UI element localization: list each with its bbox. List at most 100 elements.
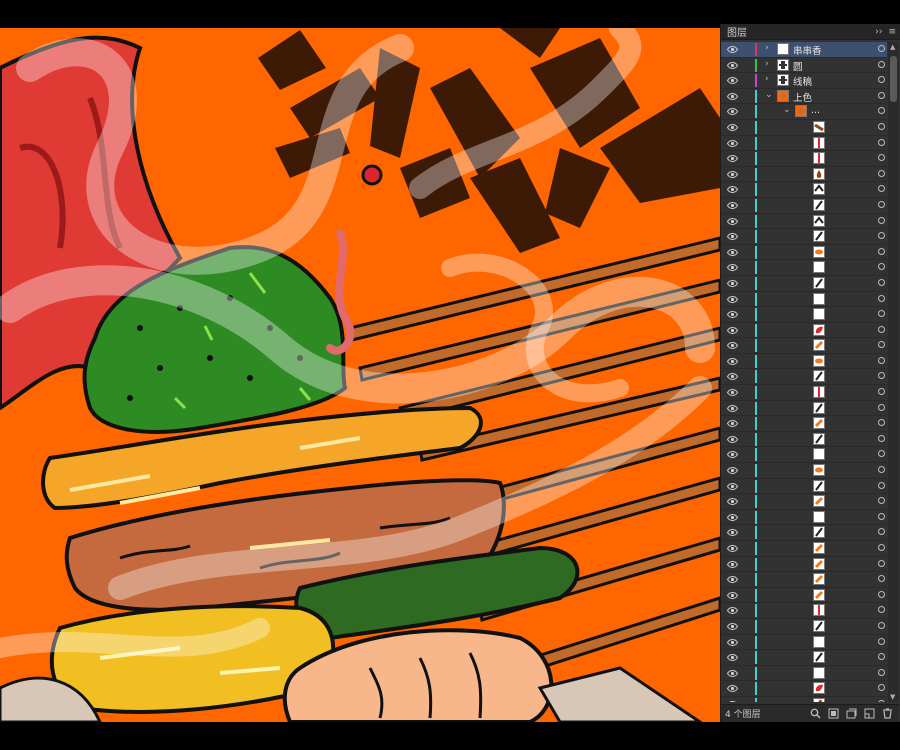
sublayer-path-row[interactable] xyxy=(721,198,887,214)
target-circle-icon[interactable] xyxy=(878,216,885,224)
eye-icon[interactable] xyxy=(726,61,739,70)
target-circle-icon[interactable] xyxy=(878,76,885,84)
eye-icon[interactable] xyxy=(726,466,739,475)
eye-icon[interactable] xyxy=(726,591,739,600)
sublayer-path-row[interactable] xyxy=(721,557,887,573)
target-circle-icon[interactable] xyxy=(878,154,885,162)
sublayer-path-row[interactable] xyxy=(721,369,887,386)
sublayer-path-row[interactable] xyxy=(721,588,887,604)
target-circle-icon[interactable] xyxy=(878,232,885,240)
sublayer-path-row[interactable] xyxy=(721,276,887,292)
sublayer-path-row[interactable] xyxy=(721,494,887,510)
target-circle-icon[interactable] xyxy=(878,91,885,99)
target-circle-icon[interactable] xyxy=(878,310,885,318)
layer-list-scrollbar[interactable]: ▲ ▼ xyxy=(888,42,899,702)
panel-menu-icon[interactable]: ≡ xyxy=(888,27,896,37)
target-circle-icon[interactable] xyxy=(878,559,885,567)
clip-mask-icon[interactable] xyxy=(825,707,841,721)
sublayer-path-row[interactable] xyxy=(721,650,887,666)
target-circle-icon[interactable] xyxy=(878,325,885,333)
scroll-up-icon[interactable]: ▲ xyxy=(890,43,895,51)
target-circle-icon[interactable] xyxy=(878,263,885,271)
eye-icon[interactable] xyxy=(726,341,739,350)
eye-icon[interactable] xyxy=(726,435,739,444)
eye-icon[interactable] xyxy=(726,107,739,116)
eye-icon[interactable] xyxy=(726,684,739,693)
target-circle-icon[interactable] xyxy=(878,341,885,349)
sublayer-path-row[interactable] xyxy=(721,666,887,682)
eye-icon[interactable] xyxy=(726,575,739,584)
panel-title-tab[interactable]: 图层 xyxy=(727,24,747,39)
eye-icon[interactable] xyxy=(726,232,739,241)
target-circle-icon[interactable] xyxy=(878,653,885,661)
layer-row[interactable]: › 线稿 xyxy=(721,73,887,89)
eye-icon[interactable] xyxy=(726,388,739,397)
target-circle-icon[interactable] xyxy=(878,45,885,52)
target-circle-icon[interactable] xyxy=(878,419,885,427)
sublayer-path-row[interactable] xyxy=(721,541,887,557)
eye-icon[interactable] xyxy=(726,404,739,413)
sublayer-path-row[interactable] xyxy=(721,151,887,167)
target-circle-icon[interactable] xyxy=(878,575,885,583)
target-circle-icon[interactable] xyxy=(878,637,885,645)
sublayer-path-row[interactable] xyxy=(721,260,887,276)
eye-icon[interactable] xyxy=(726,622,739,631)
sublayer-path-row[interactable] xyxy=(721,603,887,619)
target-circle-icon[interactable] xyxy=(878,185,885,193)
target-circle-icon[interactable] xyxy=(878,356,885,364)
chevron-icon[interactable]: › xyxy=(765,74,769,84)
sublayer-path-row[interactable] xyxy=(721,463,887,479)
sublayer-path-row[interactable] xyxy=(721,338,887,354)
chevron-icon[interactable]: ⌄ xyxy=(765,90,773,100)
eye-icon[interactable] xyxy=(726,669,739,678)
sublayer-path-row[interactable] xyxy=(721,354,887,370)
sublayer-path-row[interactable] xyxy=(721,447,887,464)
sublayer-path-row[interactable] xyxy=(721,385,887,401)
sublayer-path-row[interactable] xyxy=(721,510,887,526)
eye-icon[interactable] xyxy=(726,419,739,428)
eye-icon[interactable] xyxy=(726,528,739,537)
eye-icon[interactable] xyxy=(726,606,739,615)
target-circle-icon[interactable] xyxy=(878,247,885,255)
target-circle-icon[interactable] xyxy=(878,434,885,442)
eye-icon[interactable] xyxy=(726,201,739,210)
sublayer-path-row[interactable] xyxy=(721,182,887,198)
layer-name[interactable]: 串串香 xyxy=(793,43,822,57)
sublayer-path-row[interactable] xyxy=(721,697,887,702)
eye-icon[interactable] xyxy=(726,123,739,132)
eye-icon[interactable] xyxy=(726,372,739,381)
target-circle-icon[interactable] xyxy=(878,481,885,489)
sublayer-path-row[interactable] xyxy=(721,167,887,183)
eye-icon[interactable] xyxy=(726,279,739,288)
target-circle-icon[interactable] xyxy=(878,278,885,286)
sublayer-path-row[interactable] xyxy=(721,292,887,308)
eye-icon[interactable] xyxy=(726,357,739,366)
target-circle-icon[interactable] xyxy=(878,60,885,68)
target-circle-icon[interactable] xyxy=(878,403,885,411)
eye-icon[interactable] xyxy=(726,295,739,304)
scroll-down-icon[interactable]: ▼ xyxy=(890,693,895,701)
eye-icon[interactable] xyxy=(726,263,739,272)
layer-row[interactable]: › 串串香 xyxy=(721,42,887,58)
layer-name[interactable]: 线稿 xyxy=(793,74,812,88)
eye-icon[interactable] xyxy=(726,653,739,662)
sublayer-path-row[interactable] xyxy=(721,416,887,432)
target-circle-icon[interactable] xyxy=(878,200,885,208)
target-circle-icon[interactable] xyxy=(878,450,885,458)
chevron-icon[interactable]: ⌄ xyxy=(783,105,791,115)
sublayer-path-row[interactable] xyxy=(721,635,887,651)
target-circle-icon[interactable] xyxy=(878,684,885,692)
eye-icon[interactable] xyxy=(726,139,739,148)
target-circle-icon[interactable] xyxy=(878,466,885,474)
eye-icon[interactable] xyxy=(726,482,739,491)
target-circle-icon[interactable] xyxy=(878,107,885,115)
sublayer-path-row[interactable] xyxy=(721,229,887,245)
target-circle-icon[interactable] xyxy=(878,590,885,598)
sublayer-path-row[interactable] xyxy=(721,136,887,152)
eye-icon[interactable] xyxy=(726,326,739,335)
target-circle-icon[interactable] xyxy=(878,138,885,146)
target-circle-icon[interactable] xyxy=(878,169,885,177)
eye-icon[interactable] xyxy=(726,185,739,194)
target-circle-icon[interactable] xyxy=(878,621,885,629)
chevron-icon[interactable]: › xyxy=(765,59,769,69)
